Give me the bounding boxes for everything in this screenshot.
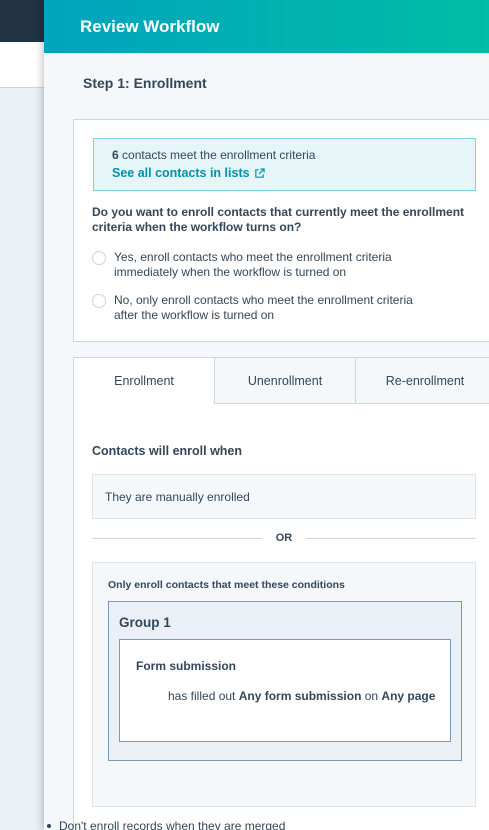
tab-re-enrollment[interactable]: Re-enrollment: [355, 358, 489, 404]
filter-group: Group 1 Form submission has filled out A…: [108, 601, 462, 761]
review-workflow-panel: Review Workflow Step 1: Enrollment 6 con…: [44, 0, 489, 830]
enrollment-count: 6: [112, 148, 119, 162]
radio-option-label: Yes, enroll contacts who meet the enroll…: [114, 250, 392, 279]
radio-option-yes[interactable]: Yes, enroll contacts who meet the enroll…: [92, 250, 434, 280]
see-all-contacts-link[interactable]: See all contacts in lists: [112, 166, 475, 180]
enrollment-conditions-box: Only enroll contacts that meet these con…: [92, 562, 476, 807]
bullet-icon: [47, 824, 51, 828]
see-all-contacts-label: See all contacts in lists: [112, 166, 250, 180]
external-link-icon: [254, 167, 265, 178]
merge-note: Don't enroll records when they are merge…: [47, 819, 285, 830]
merge-note-text: Don't enroll records when they are merge…: [59, 819, 286, 830]
enrollment-trigger: They are manually enrolled: [92, 474, 476, 519]
enrollment-tab-panel: Contacts will enroll when They are manua…: [74, 404, 489, 830]
or-label: OR: [275, 532, 293, 544]
enrollment-settings-card: 6 contacts meet the enrollment criteria …: [73, 119, 489, 342]
enrollment-tabs-card: Enrollment Unenrollment Re-enrollment Co…: [73, 357, 489, 830]
radio-button[interactable]: [92, 294, 106, 308]
enrollment-info-box: 6 contacts meet the enrollment criteria …: [93, 138, 476, 191]
filter-card: Form submission has filled out Any form …: [119, 639, 451, 742]
radio-option-label: No, only enroll contacts who meet the en…: [114, 293, 413, 322]
panel-title: Review Workflow: [80, 16, 220, 36]
enroll-existing-question: Do you want to enroll contacts that curr…: [92, 205, 465, 234]
tab-bar: Enrollment Unenrollment Re-enrollment: [74, 358, 489, 404]
or-divider: OR: [92, 532, 476, 544]
tab-unenrollment[interactable]: Unenrollment: [214, 358, 355, 404]
enroll-when-heading: Contacts will enroll when: [92, 444, 243, 458]
panel-header: Review Workflow: [44, 0, 489, 53]
step-title: Step 1: Enrollment: [83, 75, 207, 91]
radio-button[interactable]: [92, 251, 106, 265]
enrollment-count-text: 6 contacts meet the enrollment criteria: [112, 148, 316, 162]
radio-option-no[interactable]: No, only enroll contacts who meet the en…: [92, 293, 434, 323]
filter-description: has filled out Any form submission on An…: [168, 689, 436, 703]
conditions-title: Only enroll contacts that meet these con…: [108, 579, 345, 591]
group-title: Group 1: [119, 615, 171, 630]
filter-title: Form submission: [136, 659, 237, 673]
tab-enrollment[interactable]: Enrollment: [74, 358, 214, 404]
